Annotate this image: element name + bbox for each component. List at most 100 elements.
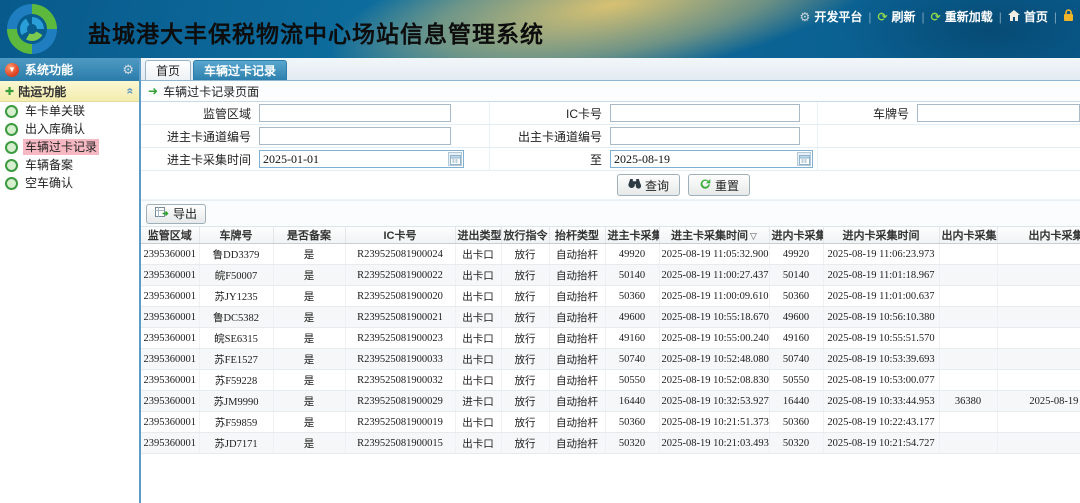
gear-icon[interactable]: ⚙	[122, 62, 134, 78]
column-header-是否备案[interactable]: 是否备案	[273, 227, 345, 244]
sidebar-item-车辆备案[interactable]: 车辆备案	[0, 156, 139, 174]
table-row[interactable]: 2395360001苏F59859是R239525081900019出卡口放行自…	[141, 412, 1080, 433]
table-row[interactable]: 2395360001苏JY1235是R239525081900020出卡口放行自…	[141, 286, 1080, 307]
sidebar-item-车辆过卡记录[interactable]: 车辆过卡记录	[0, 138, 139, 156]
table-cell: 2025-08-19 11:01:18.967	[823, 265, 939, 286]
table-row[interactable]: 2395360001皖F50007是R239525081900022出卡口放行自…	[141, 265, 1080, 286]
collapse-chevron-icon[interactable]: «	[124, 88, 138, 95]
sidebar-item-label: 出入库确认	[23, 121, 87, 137]
out-channel-label: 出主卡通道编号	[490, 128, 602, 145]
table-cell: R239525081900023	[345, 328, 455, 349]
green-orb-icon	[5, 105, 18, 118]
table-cell: 自动抬杆	[549, 412, 605, 433]
column-header-监管区域[interactable]: 监管区域	[141, 227, 199, 244]
table-cell: 放行	[501, 370, 549, 391]
plate-no-input[interactable]	[917, 104, 1080, 122]
table-cell: 出卡口	[455, 328, 501, 349]
app-logo-icon	[6, 3, 58, 58]
table-row[interactable]: 2395360001鲁DC5382是R239525081900021出卡口放行自…	[141, 307, 1080, 328]
column-header-IC卡号[interactable]: IC卡号	[345, 227, 455, 244]
tab-首页[interactable]: 首页	[145, 60, 191, 80]
column-header-出内卡采集时间[interactable]: 出内卡采集时间	[997, 227, 1080, 244]
column-header-进内卡采集时间[interactable]: 进内卡采集时间	[823, 227, 939, 244]
query-button[interactable]: 查询	[617, 174, 680, 196]
table-cell	[997, 370, 1080, 391]
sidebar-title: 系统功能	[25, 61, 122, 78]
table-cell: R239525081900022	[345, 265, 455, 286]
calendar-icon[interactable]	[448, 152, 462, 166]
table-row[interactable]: 2395360001苏JD7171是R239525081900015出卡口放行自…	[141, 433, 1080, 454]
supervise-area-label: 监管区域	[141, 105, 251, 122]
table-row[interactable]: 2395360001皖SE6315是R239525081900023出卡口放行自…	[141, 328, 1080, 349]
table-cell: 放行	[501, 328, 549, 349]
table-row[interactable]: 2395360001苏FE1527是R239525081900033出卡口放行自…	[141, 349, 1080, 370]
table-cell: 放行	[501, 412, 549, 433]
supervise-area-input[interactable]	[259, 104, 451, 122]
out-channel-input[interactable]	[610, 127, 800, 145]
header-link-重新加载[interactable]: ⟳重新加载	[927, 8, 997, 25]
gear-icon: ⚙	[800, 10, 811, 24]
table-cell: 是	[273, 391, 345, 412]
ic-card-input[interactable]	[610, 104, 800, 122]
collect-from-date-input[interactable]	[259, 150, 464, 168]
sidebar-item-车卡单关联[interactable]: 车卡单关联	[0, 102, 139, 120]
table-row[interactable]: 2395360001苏F59228是R239525081900032出卡口放行自…	[141, 370, 1080, 391]
header-link-开发平台[interactable]: ⚙开发平台	[796, 8, 867, 25]
export-button[interactable]: 导出	[146, 204, 206, 224]
green-orb-icon	[5, 177, 18, 190]
reload-icon: ⟳	[931, 10, 941, 24]
table-cell: 出卡口	[455, 244, 501, 265]
column-header-进主卡采集时间[interactable]: 进主卡采集时间▽	[659, 227, 769, 244]
sidebar-header[interactable]: ▼ 系统功能 ⚙	[0, 58, 139, 81]
table-cell: 自动抬杆	[549, 244, 605, 265]
table-cell: 2025-08-19 11:00:27.437	[659, 265, 769, 286]
table-cell: 2025-08-19 10:21:03.493	[659, 433, 769, 454]
table-cell: R239525081900024	[345, 244, 455, 265]
table-cell: 是	[273, 370, 345, 391]
table-cell: R239525081900032	[345, 370, 455, 391]
table-cell: 是	[273, 244, 345, 265]
header-links: ⚙开发平台|⟳刷新|⟳重新加载|首页|	[796, 8, 1078, 25]
collapse-circle-icon[interactable]: ▼	[5, 63, 19, 77]
column-header-进出类型[interactable]: 进出类型	[455, 227, 501, 244]
green-orb-icon	[5, 159, 18, 172]
in-channel-input[interactable]	[259, 127, 451, 145]
header-link-刷新[interactable]: ⟳刷新	[873, 8, 919, 25]
table-cell: 50140	[605, 265, 659, 286]
link-separator: |	[1054, 10, 1057, 24]
sidebar-section-landtransport[interactable]: ✚ 陆运功能 «	[0, 81, 139, 102]
sidebar-item-label: 车辆备案	[23, 157, 75, 173]
table-cell	[997, 328, 1080, 349]
table-cell: 苏JY1235	[199, 286, 273, 307]
collect-to-date-input[interactable]	[610, 150, 813, 168]
main-content: 首页车辆过卡记录 ➜ 车辆过卡记录页面 监管区域 IC卡号 车牌号	[141, 58, 1080, 503]
column-header-进内卡采集重[interactable]: 进内卡采集重	[769, 227, 823, 244]
table-cell: 2395360001	[141, 244, 199, 265]
table-cell: 自动抬杆	[549, 370, 605, 391]
header-link-首页[interactable]: 首页	[1004, 8, 1052, 25]
reset-button[interactable]: 重置	[688, 174, 750, 196]
form-buttons-row: 查询 重置	[141, 171, 1080, 200]
header-link-lock[interactable]	[1059, 9, 1078, 24]
column-header-车牌号[interactable]: 车牌号	[199, 227, 273, 244]
column-header-抬杆类型[interactable]: 抬杆类型	[549, 227, 605, 244]
collect-to-label: 至	[490, 151, 602, 168]
tab-车辆过卡记录[interactable]: 车辆过卡记录	[193, 60, 287, 80]
sidebar-item-label: 车卡单关联	[23, 103, 87, 119]
column-header-出内卡采集重[interactable]: 出内卡采集重	[939, 227, 997, 244]
table-row[interactable]: 2395360001苏JM9990是R239525081900029进卡口放行自…	[141, 391, 1080, 412]
table-cell: 50320	[605, 433, 659, 454]
sidebar-item-出入库确认[interactable]: 出入库确认	[0, 120, 139, 138]
table-cell	[939, 244, 997, 265]
table-cell: 自动抬杆	[549, 349, 605, 370]
table-cell: 49600	[605, 307, 659, 328]
green-orb-icon	[5, 141, 18, 154]
sidebar-item-空车确认[interactable]: 空车确认	[0, 174, 139, 192]
table-row[interactable]: 2395360001鲁DD3379是R239525081900024出卡口放行自…	[141, 244, 1080, 265]
table-cell: 自动抬杆	[549, 328, 605, 349]
column-header-进主卡采集重[interactable]: 进主卡采集重	[605, 227, 659, 244]
calendar-icon[interactable]	[797, 152, 811, 166]
table-cell: 出卡口	[455, 307, 501, 328]
table-cell: 50360	[605, 412, 659, 433]
column-header-放行指令[interactable]: 放行指令	[501, 227, 549, 244]
